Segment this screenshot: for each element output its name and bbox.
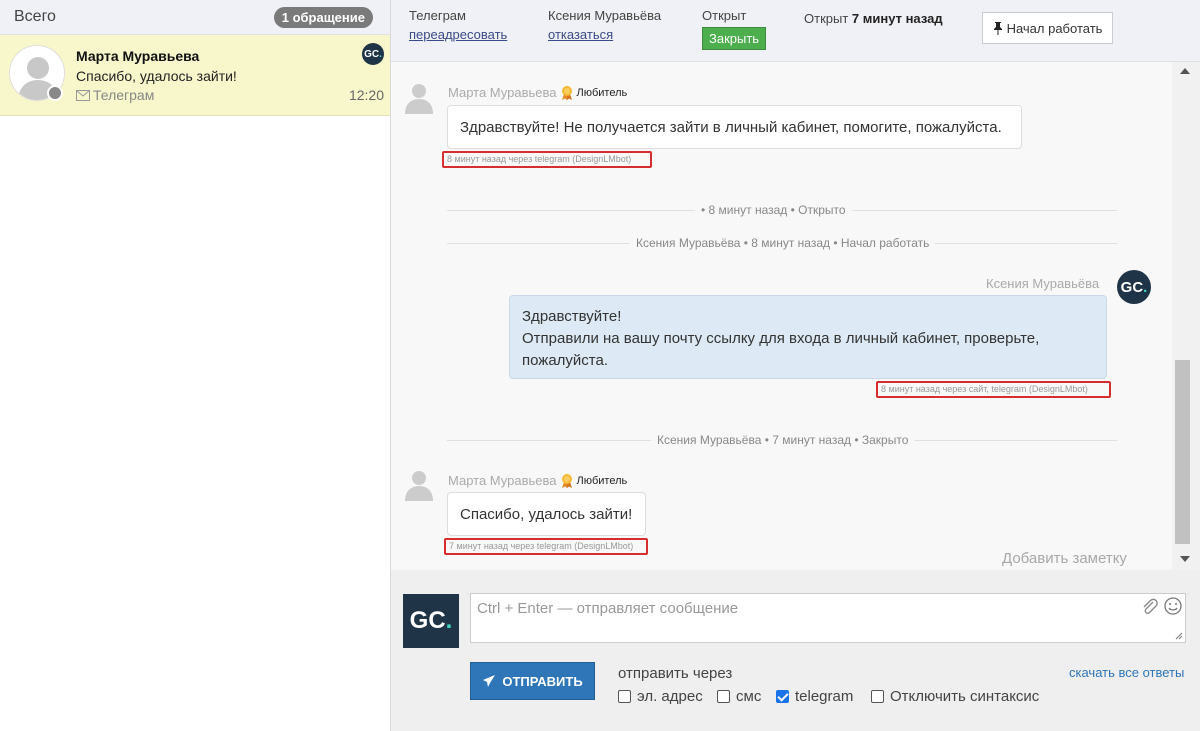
conversation-channel: Телеграм <box>76 87 154 103</box>
conversation-count-badge[interactable]: 1 обращение <box>273 7 373 28</box>
envelope-icon <box>76 89 90 101</box>
message-author: Марта Муравьева Любитель <box>448 85 627 100</box>
opened-prefix: Открыт <box>804 11 849 26</box>
message-meta: 8 минут назад через сайт, telegram (Desi… <box>876 381 1111 398</box>
message-input[interactable]: Ctrl + Enter — отправляет сообщение <box>470 593 1186 643</box>
start-work-button[interactable]: Начал работать <box>982 12 1113 44</box>
reply-composer: GC. Ctrl + Enter — отправляет сообщение … <box>391 570 1200 731</box>
user-silhouette-icon <box>405 84 433 114</box>
add-note-link[interactable]: Добавить заметку <box>1002 550 1127 567</box>
ticket-info-bar: Телеграм переадресовать Ксения Муравьёва… <box>391 0 1200 62</box>
system-event: Ксения Муравьёва • 8 минут назад • Начал… <box>630 236 936 250</box>
option-sms[interactable]: смс <box>717 688 761 705</box>
start-work-label: Начал работать <box>1006 20 1103 36</box>
option-email[interactable]: эл. адрес <box>618 688 703 705</box>
status-label: Открыт <box>702 8 747 23</box>
option-telegram[interactable]: telegram <box>776 688 853 705</box>
conversation-last-message: Спасибо, удалось зайти! <box>76 68 237 84</box>
telegram-checkbox[interactable] <box>776 690 789 703</box>
scroll-down-icon[interactable] <box>1180 556 1190 562</box>
conversation-list-panel: Всего 1 обращение Марта Муравьева Спасиб… <box>0 0 391 731</box>
refuse-link[interactable]: отказаться <box>548 27 613 42</box>
opened-info: Открыт 7 минут назад <box>804 11 943 26</box>
incoming-message: Спасибо, удалось зайти! <box>447 492 646 536</box>
gc-logo-icon: GC. <box>403 594 459 648</box>
disable-syntax-checkbox[interactable] <box>871 690 884 703</box>
outgoing-message-line: Здравствуйте! <box>522 308 622 325</box>
conversation-time: 12:20 <box>348 87 384 103</box>
message-author-name: Марта Муравьева <box>448 473 557 488</box>
chat-history[interactable]: Марта Муравьева Любитель Здравствуйте! Н… <box>391 62 1172 570</box>
message-author: Марта Муравьева Любитель <box>448 473 627 488</box>
scroll-thumb[interactable] <box>1175 360 1190 544</box>
forward-link[interactable]: переадресовать <box>409 27 507 42</box>
agent-name: Ксения Муравьёва <box>548 8 662 23</box>
email-checkbox[interactable] <box>618 690 631 703</box>
medal-icon <box>561 473 572 488</box>
message-meta: 7 минут назад через telegram (DesignLMbo… <box>444 538 648 555</box>
message-input-placeholder: Ctrl + Enter — отправляет сообщение <box>477 600 739 617</box>
message-author: Ксения Муравьёва <box>986 276 1099 291</box>
conversation-channel-label: Телеграм <box>93 87 155 103</box>
incoming-message: Здравствуйте! Не получается зайти в личн… <box>447 105 1022 149</box>
option-label: смс <box>736 688 762 705</box>
message-author-name: Марта Муравьева <box>448 85 557 100</box>
user-silhouette-icon <box>405 471 433 501</box>
close-button[interactable]: Закрыть <box>702 27 767 50</box>
channel-label: Телеграм <box>409 8 466 23</box>
conversation-contact-name: Марта Муравьева <box>76 48 200 64</box>
option-disable-syntax[interactable]: Отключить синтаксис <box>871 688 1039 705</box>
message-author-name: Ксения Муравьёва <box>986 276 1100 291</box>
pin-icon <box>993 21 1002 35</box>
outgoing-message-line: Отправили на вашу почту ссылку для входа… <box>522 330 1040 369</box>
status-dot-icon <box>47 85 63 101</box>
gc-logo-icon: GC. <box>362 43 384 65</box>
paperclip-icon[interactable] <box>1141 598 1159 616</box>
option-label: telegram <box>795 688 854 705</box>
paper-plane-icon <box>483 675 496 687</box>
chat-scrollbar[interactable] <box>1172 62 1200 570</box>
outgoing-message: Здравствуйте! Отправили на вашу почту сс… <box>509 295 1107 379</box>
user-rank: Любитель <box>576 474 628 487</box>
send-button-label: ОТПРАВИТЬ <box>502 673 583 689</box>
user-rank: Любитель <box>576 86 628 99</box>
medal-icon <box>561 85 572 100</box>
resize-icon[interactable] <box>1173 630 1183 640</box>
option-label: Отключить синтаксис <box>890 688 1040 705</box>
system-event: Ксения Муравьёва • 7 минут назад • Закры… <box>651 433 915 447</box>
opened-time: 7 минут назад <box>851 11 943 26</box>
sms-checkbox[interactable] <box>717 690 730 703</box>
list-title: Всего <box>14 8 56 25</box>
scroll-up-icon[interactable] <box>1180 68 1190 74</box>
message-meta: 8 минут назад через telegram (DesignLMbo… <box>442 151 652 168</box>
gc-logo-icon: GC. <box>1117 270 1151 304</box>
system-event: • 8 минут назад • Открыто <box>695 203 852 217</box>
download-answers-link[interactable]: скачать все ответы <box>1069 665 1184 680</box>
send-button[interactable]: ОТПРАВИТЬ <box>470 662 595 700</box>
conversation-item[interactable]: Марта Муравьева Спасибо, удалось зайти! … <box>0 35 390 116</box>
option-label: эл. адрес <box>637 688 703 705</box>
conversation-list-header: Всего 1 обращение <box>0 0 390 35</box>
smile-icon[interactable] <box>1164 597 1182 615</box>
send-via-label: отправить через <box>618 665 733 682</box>
